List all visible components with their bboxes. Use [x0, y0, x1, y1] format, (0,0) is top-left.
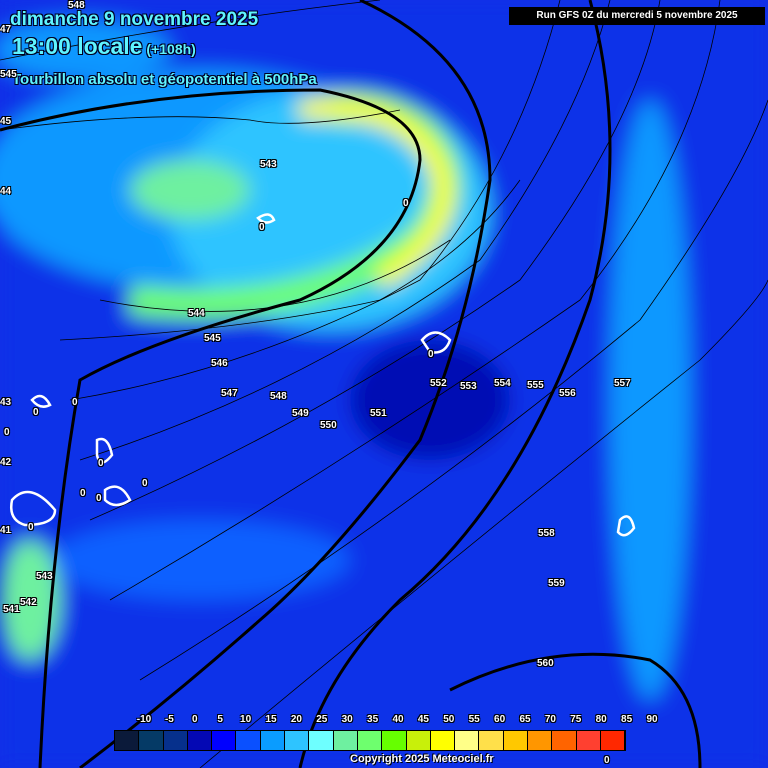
- legend-swatch: [455, 731, 480, 750]
- contour-label: 542: [20, 597, 37, 608]
- contour-label: 0: [4, 427, 10, 438]
- legend-tick: 10: [240, 714, 252, 725]
- legend-tick: 55: [468, 714, 480, 725]
- contour-label: 560: [537, 658, 554, 669]
- contour-label: 559: [548, 578, 565, 589]
- legend-ticks: -10 -5 0 5 10 15 20 25 30 35 40 45 50 55 60 65 70 75 80 85 9…: [132, 714, 658, 728]
- contour-label: 550: [320, 420, 337, 431]
- legend-tick: 50: [443, 714, 455, 725]
- contour-label: 545: [0, 69, 17, 80]
- contour-label: 548: [68, 0, 85, 11]
- contour-label: 558: [538, 528, 555, 539]
- legend-tick: -10: [136, 714, 152, 725]
- legend-swatch: [309, 731, 334, 750]
- legend-swatch: [479, 731, 504, 750]
- contour-label: 47: [0, 24, 12, 35]
- legend-swatch: [552, 731, 577, 750]
- contour-label: 0: [98, 458, 104, 469]
- legend-tick: 15: [265, 714, 277, 725]
- contour-label: 0: [403, 198, 409, 209]
- vorticity-map: [0, 0, 768, 768]
- copyright: Copyright 2025 Meteociel.fr: [350, 753, 494, 765]
- legend-swatch: [600, 731, 626, 750]
- legend-tick: 80: [595, 714, 607, 725]
- legend-tick: 30: [341, 714, 353, 725]
- contour-label: 543: [36, 571, 53, 582]
- contour-label: 0: [96, 493, 102, 504]
- contour-label: 0: [33, 407, 39, 418]
- legend-tick: 20: [290, 714, 302, 725]
- legend-swatch: [430, 731, 456, 750]
- legend-tick: 0: [192, 714, 198, 725]
- contour-label: 0: [72, 397, 78, 408]
- legend-tick: 45: [417, 714, 429, 725]
- contour-label: 0: [259, 222, 265, 233]
- legend-tick: 65: [519, 714, 531, 725]
- contour-label: 547: [221, 388, 238, 399]
- legend-swatch: [163, 731, 188, 750]
- contour-label: 553: [460, 381, 477, 392]
- vorticity-field: [0, 0, 768, 768]
- contour-label: 0: [80, 488, 86, 499]
- legend-swatch: [139, 731, 164, 750]
- forecast-time: 13:00 locale (+108h): [12, 33, 196, 60]
- legend-swatch: [285, 731, 310, 750]
- forecast-date: dimanche 9 novembre 2025: [10, 9, 259, 30]
- lead-time: (+108h): [146, 41, 196, 57]
- contour-label: 546: [211, 358, 228, 369]
- legend-swatch: [187, 731, 213, 750]
- legend-tick: 75: [570, 714, 582, 725]
- legend-swatch: [333, 731, 358, 750]
- contour-label: 545: [204, 333, 221, 344]
- contour-label: 544: [188, 308, 205, 319]
- contour-label: 0: [142, 478, 148, 489]
- legend-tick: 35: [367, 714, 379, 725]
- legend-swatch: [528, 731, 553, 750]
- legend-swatch: [115, 731, 140, 750]
- contour-label: 42: [0, 457, 12, 468]
- contour-label: 41: [0, 525, 12, 536]
- contour-label: 554: [494, 378, 511, 389]
- contour-label: 549: [292, 408, 309, 419]
- contour-label: 555: [527, 380, 544, 391]
- local-time: 13:00 locale: [12, 33, 143, 59]
- contour-label: 556: [559, 388, 576, 399]
- legend-swatch: [576, 731, 601, 750]
- contour-label: 43: [0, 397, 12, 408]
- legend-swatch: [357, 731, 383, 750]
- legend-swatch: [236, 731, 261, 750]
- contour-label: 541: [3, 604, 20, 615]
- contour-label: 0: [428, 349, 434, 360]
- contour-label: 44: [0, 186, 12, 197]
- legend-swatch: [503, 731, 529, 750]
- contour-label: 543: [260, 159, 277, 170]
- contour-label: 551: [370, 408, 387, 419]
- map-subtitle: Tourbillon absolu et géopotentiel à 500h…: [12, 71, 317, 88]
- legend-swatch: [406, 731, 431, 750]
- color-legend: [114, 730, 627, 751]
- contour-label: 552: [430, 378, 447, 389]
- legend-swatch: [382, 731, 407, 750]
- legend-tick: -5: [164, 714, 174, 725]
- legend-tick: 25: [316, 714, 328, 725]
- legend-tick: 40: [392, 714, 404, 725]
- legend-tick: 90: [646, 714, 658, 725]
- legend-tick: 70: [544, 714, 556, 725]
- contour-label: 0: [604, 755, 610, 766]
- legend-tick: 60: [494, 714, 506, 725]
- contour-label: 0: [28, 522, 34, 533]
- run-info: Run GFS 0Z du mercredi 5 novembre 2025: [509, 7, 765, 25]
- contour-label: 557: [614, 378, 631, 389]
- contour-label: 45: [0, 116, 12, 127]
- legend-tick: 85: [621, 714, 633, 725]
- legend-tick: 5: [217, 714, 223, 725]
- legend-swatch: [260, 731, 286, 750]
- legend-swatch: [212, 731, 237, 750]
- contour-label: 548: [270, 391, 287, 402]
